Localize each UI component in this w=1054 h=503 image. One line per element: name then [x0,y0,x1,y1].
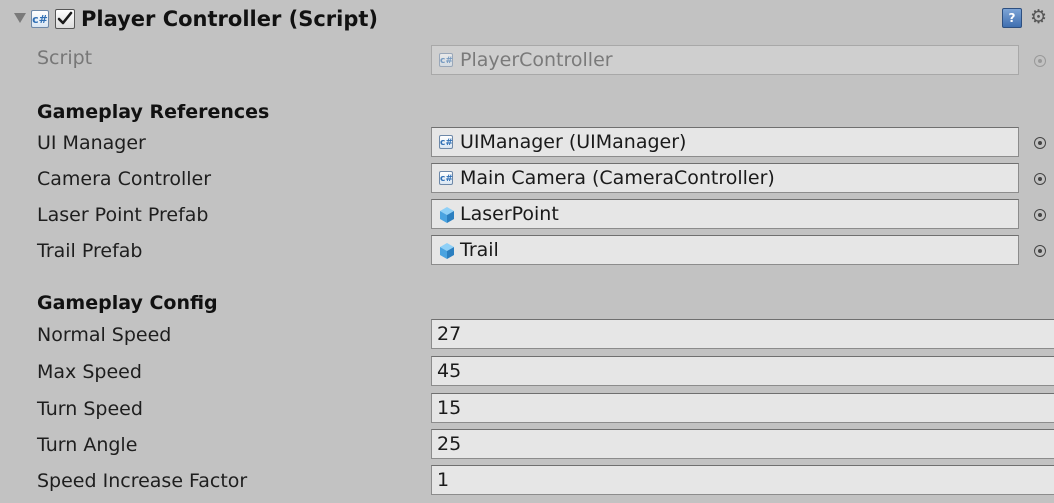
trail-prefab-value: Trail [460,239,499,261]
section-gameplay-config: Gameplay Config [37,292,218,314]
component-enabled-checkbox[interactable] [55,9,75,29]
speed-increase-factor-label: Speed Increase Factor [37,470,248,492]
normal-speed-label: Normal Speed [37,324,172,346]
turn-angle-input[interactable]: 25 [431,429,1054,459]
script-field: c# PlayerController [431,45,1019,75]
laser-point-prefab-value: LaserPoint [460,203,559,225]
ui-manager-value: UIManager (UIManager) [460,131,687,153]
trail-prefab-label: Trail Prefab [37,240,143,262]
script-label: Script [37,47,93,69]
object-picker-icon[interactable] [1034,173,1046,185]
ui-manager-label: UI Manager [37,132,146,154]
help-book-icon[interactable]: ? [1002,8,1022,28]
script-icon: c# [439,171,453,185]
object-picker-icon[interactable] [1034,137,1046,149]
section-gameplay-references: Gameplay References [37,101,270,123]
camera-controller-label: Camera Controller [37,168,212,190]
prefab-cube-icon [440,243,454,259]
component-header[interactable]: c# Player Controller (Script) ? ⚙ [0,0,1054,38]
ui-manager-field[interactable]: c# UIManager (UIManager) [431,127,1019,157]
checkmark-icon [57,11,73,25]
prefab-cube-icon [440,207,454,223]
script-icon: c# [31,10,49,28]
component-title: Player Controller (Script) [81,7,379,31]
turn-speed-input[interactable]: 15 [431,393,1054,423]
max-speed-input[interactable]: 45 [431,356,1054,386]
max-speed-label: Max Speed [37,361,142,383]
object-picker-icon[interactable] [1034,245,1046,257]
laser-point-prefab-field[interactable]: LaserPoint [431,199,1019,229]
normal-speed-input[interactable]: 27 [431,319,1054,349]
camera-controller-field[interactable]: c# Main Camera (CameraController) [431,163,1019,193]
script-icon: c# [439,135,453,149]
speed-increase-factor-input[interactable]: 1 [431,465,1054,495]
turn-speed-label: Turn Speed [37,398,143,420]
camera-controller-value: Main Camera (CameraController) [460,167,775,189]
foldout-arrow-icon[interactable] [14,13,26,23]
script-icon: c# [439,53,453,67]
script-field-value: PlayerController [460,49,613,71]
gear-icon[interactable]: ⚙ [1030,6,1052,28]
laser-point-prefab-label: Laser Point Prefab [37,204,209,226]
turn-angle-label: Turn Angle [37,434,138,456]
object-picker-icon [1034,55,1046,67]
object-picker-icon[interactable] [1034,209,1046,221]
trail-prefab-field[interactable]: Trail [431,235,1019,265]
